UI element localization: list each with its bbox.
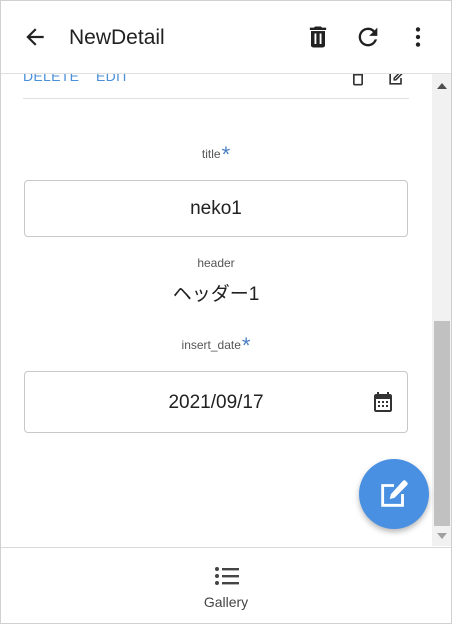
insert-date-label-text: insert_date — [181, 338, 241, 352]
scrollbar[interactable] — [432, 74, 451, 546]
edit-icon — [389, 74, 403, 85]
delete-button[interactable] — [300, 19, 336, 55]
caret-up-icon — [436, 83, 447, 89]
insert-date-required-mark: * — [241, 333, 251, 358]
nav-item-gallery-label: Gallery — [203, 594, 249, 610]
scroll-down-arrow[interactable] — [432, 526, 451, 546]
back-button[interactable] — [17, 19, 53, 55]
scroll-up-arrow[interactable] — [432, 76, 451, 96]
delete-link[interactable]: DELETE — [23, 74, 79, 84]
action-row: DELETE EDIT — [23, 74, 409, 99]
insert-date-value: 2021/09/17 — [168, 392, 264, 413]
delete-action-button[interactable] — [348, 74, 368, 88]
header-value: ヘッダー1 — [172, 284, 260, 305]
trash-outline-icon — [353, 74, 363, 86]
caret-down-icon — [436, 533, 447, 539]
app-frame: NewDetail DELETE EDIT title* neko1 heade… — [0, 0, 452, 624]
insert-date-input[interactable]: 2021/09/17 — [24, 371, 408, 433]
title-label: title* — [23, 142, 409, 168]
bottom-nav: Gallery — [1, 547, 451, 623]
arrow-left-icon — [26, 28, 44, 46]
refresh-button[interactable] — [350, 19, 386, 55]
edit-link[interactable]: EDIT — [96, 74, 129, 84]
scroll-thumb[interactable] — [434, 321, 450, 526]
title-required-mark: * — [221, 142, 231, 167]
header-label: header — [197, 256, 235, 270]
edit-action-button[interactable] — [386, 74, 406, 88]
calendar-icon — [374, 392, 392, 412]
refresh-icon — [358, 27, 378, 47]
page-title: NewDetail — [69, 26, 165, 49]
edit-fab[interactable] — [359, 459, 429, 529]
title-value: neko1 — [190, 198, 242, 219]
title-label-text: title — [201, 147, 221, 161]
more-button[interactable] — [400, 19, 436, 55]
edit-icon — [381, 480, 408, 507]
list-icon — [215, 567, 239, 585]
more-vertical-icon — [415, 27, 421, 47]
trash-icon — [309, 26, 327, 48]
nav-item-gallery[interactable]: Gallery — [176, 548, 276, 623]
app-bar: NewDetail — [1, 1, 451, 74]
calendar-button[interactable] — [371, 390, 395, 414]
insert-date-label: insert_date* — [23, 333, 409, 359]
title-input[interactable]: neko1 — [24, 180, 408, 237]
